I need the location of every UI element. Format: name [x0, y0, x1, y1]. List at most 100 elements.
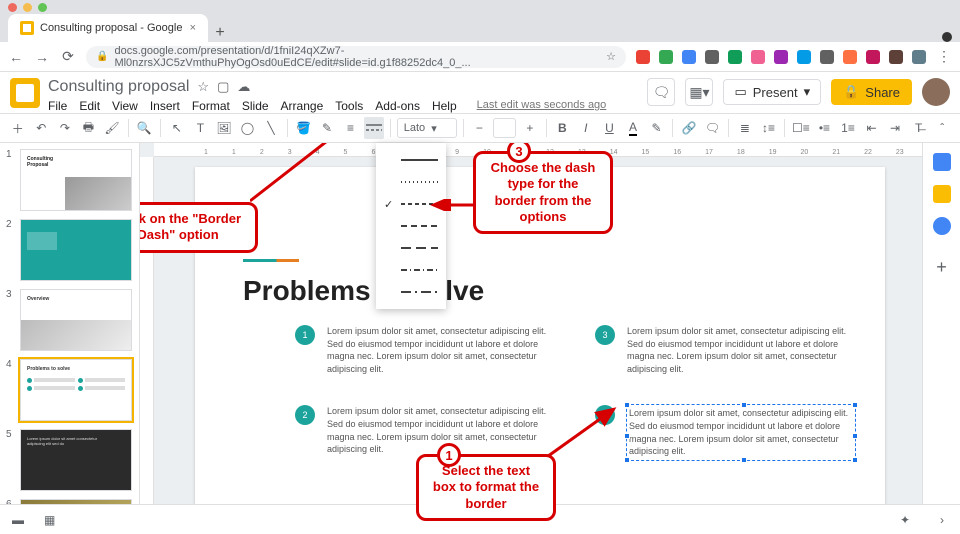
- close-window-icon[interactable]: [8, 3, 17, 12]
- tasks-addon-icon[interactable]: [933, 217, 951, 235]
- reload-button[interactable]: ⟳: [60, 48, 76, 65]
- filmstrip[interactable]: 1ConsultingProposal23Overview4Problems t…: [0, 143, 140, 529]
- insert-comment-button[interactable]: 🗨: [703, 117, 723, 139]
- extension-icon[interactable]: [866, 50, 880, 64]
- content-item-3[interactable]: 3Lorem ipsum dolor sit amet, consectetur…: [595, 325, 855, 375]
- indent-increase-button[interactable]: ⇥: [885, 117, 905, 139]
- extension-icon[interactable]: [705, 50, 719, 64]
- dash-option-dash-dot-long[interactable]: [376, 281, 446, 303]
- text-color-button[interactable]: A: [623, 117, 643, 139]
- slide-thumbnail-4[interactable]: Problems to solve: [20, 359, 132, 421]
- line-tool[interactable]: ╲: [261, 117, 281, 139]
- star-doc-icon[interactable]: ☆: [197, 79, 209, 95]
- move-doc-icon[interactable]: ▢: [217, 79, 229, 95]
- dash-option-solid[interactable]: [376, 149, 446, 171]
- extension-icon[interactable]: [912, 50, 926, 64]
- dash-option-dotted[interactable]: [376, 171, 446, 193]
- clear-formatting-button[interactable]: T̶: [909, 117, 929, 139]
- numbered-list-button[interactable]: 1≡: [838, 117, 858, 139]
- align-button[interactable]: ≣: [735, 117, 755, 139]
- menu-tools[interactable]: Tools: [335, 99, 363, 113]
- zoom-button[interactable]: 🔍: [135, 117, 155, 139]
- item-text[interactable]: Lorem ipsum dolor sit amet, consectetur …: [627, 325, 855, 375]
- extension-icon[interactable]: [728, 50, 742, 64]
- border-weight-button[interactable]: ≡: [341, 117, 361, 139]
- add-addon-button[interactable]: +: [936, 257, 947, 278]
- extension-icon[interactable]: [774, 50, 788, 64]
- image-tool[interactable]: 🖼: [214, 117, 234, 139]
- menu-file[interactable]: File: [48, 99, 67, 113]
- decrease-font-button[interactable]: −: [470, 117, 490, 139]
- indent-decrease-button[interactable]: ⇤: [862, 117, 882, 139]
- forward-button[interactable]: →: [34, 49, 50, 65]
- fill-color-button[interactable]: 🪣: [294, 117, 314, 139]
- italic-button[interactable]: I: [576, 117, 596, 139]
- slide-thumbnail-2[interactable]: [20, 219, 132, 281]
- keep-addon-icon[interactable]: [933, 185, 951, 203]
- menu-add-ons[interactable]: Add-ons: [375, 99, 420, 113]
- new-slide-button[interactable]: ＋: [8, 117, 28, 139]
- filmstrip-view-icon[interactable]: ▬: [12, 513, 24, 527]
- menu-edit[interactable]: Edit: [79, 99, 100, 113]
- border-color-button[interactable]: ✎: [317, 117, 337, 139]
- extension-icon[interactable]: [820, 50, 834, 64]
- menu-format[interactable]: Format: [192, 99, 230, 113]
- minimize-window-icon[interactable]: [23, 3, 32, 12]
- slide-thumbnail-1[interactable]: ConsultingProposal: [20, 149, 132, 211]
- cloud-status-icon[interactable]: ☁: [237, 79, 250, 95]
- address-bar[interactable]: 🔒 docs.google.com/presentation/d/1fniI24…: [86, 46, 626, 68]
- highlight-button[interactable]: ✎: [647, 117, 667, 139]
- menu-slide[interactable]: Slide: [242, 99, 269, 113]
- dash-option-dash[interactable]: [376, 215, 446, 237]
- last-edit-text[interactable]: Last edit was seconds ago: [477, 99, 607, 113]
- doc-title[interactable]: Consulting proposal: [48, 78, 189, 96]
- checklist-button[interactable]: ☐≡: [791, 117, 811, 139]
- maximize-window-icon[interactable]: [38, 3, 47, 12]
- extension-icon[interactable]: [659, 50, 673, 64]
- item-text[interactable]: Lorem ipsum dolor sit amet, consectetur …: [627, 405, 855, 459]
- border-dash-button[interactable]: [364, 117, 384, 139]
- collapse-toolbar-button[interactable]: ˆ: [932, 117, 952, 139]
- dash-option-dash-short[interactable]: ✓: [376, 193, 446, 215]
- redo-button[interactable]: ↷: [55, 117, 75, 139]
- menu-insert[interactable]: Insert: [150, 99, 180, 113]
- slide-thumbnail-3[interactable]: Overview: [20, 289, 132, 351]
- hide-sidepanel-icon[interactable]: ›: [940, 513, 944, 527]
- shape-tool[interactable]: ◯: [238, 117, 258, 139]
- dash-option-dash-dot[interactable]: [376, 259, 446, 281]
- font-family-select[interactable]: Lato ▾: [397, 118, 457, 138]
- comments-button[interactable]: 🗨: [647, 78, 675, 106]
- slide-thumbnail-5[interactable]: Lorem ipsum dolor sit amet consecteturad…: [20, 429, 132, 491]
- calendar-addon-icon[interactable]: [933, 153, 951, 171]
- grid-view-icon[interactable]: ▦: [44, 513, 55, 527]
- font-size-field[interactable]: [493, 118, 516, 138]
- slide-title[interactable]: Problems to solve: [243, 275, 484, 307]
- select-tool[interactable]: ↖: [167, 117, 187, 139]
- increase-font-button[interactable]: +: [520, 117, 540, 139]
- browser-tab[interactable]: Consulting proposal - Google ×: [8, 14, 208, 42]
- dash-option-dash-long[interactable]: [376, 237, 446, 259]
- line-spacing-button[interactable]: ↕≡: [759, 117, 779, 139]
- content-item-2[interactable]: 2Lorem ipsum dolor sit amet, consectetur…: [295, 405, 555, 459]
- canvas-area[interactable]: 1123456789101112131415161718192021222324…: [140, 143, 922, 529]
- bulleted-list-button[interactable]: •≡: [815, 117, 835, 139]
- content-item-1[interactable]: 1Lorem ipsum dolor sit amet, consectetur…: [295, 325, 555, 375]
- close-tab-icon[interactable]: ×: [190, 22, 196, 34]
- account-indicator-icon[interactable]: [942, 32, 952, 42]
- extension-icon[interactable]: [636, 50, 650, 64]
- undo-button[interactable]: ↶: [32, 117, 52, 139]
- textbox-tool[interactable]: T: [191, 117, 211, 139]
- menu-help[interactable]: Help: [432, 99, 457, 113]
- print-button[interactable]: 🖶: [79, 117, 99, 139]
- extension-icon[interactable]: [751, 50, 765, 64]
- menu-view[interactable]: View: [112, 99, 138, 113]
- extension-icon[interactable]: [797, 50, 811, 64]
- account-avatar[interactable]: [922, 78, 950, 106]
- item-text[interactable]: Lorem ipsum dolor sit amet, consectetur …: [327, 325, 555, 375]
- new-tab-button[interactable]: +: [208, 24, 232, 42]
- extension-icon[interactable]: [682, 50, 696, 64]
- content-item-4[interactable]: 4Lorem ipsum dolor sit amet, consectetur…: [595, 405, 855, 459]
- back-button[interactable]: ←: [8, 49, 24, 65]
- present-button[interactable]: ▭ Present ▾: [723, 79, 821, 105]
- browser-menu-icon[interactable]: ⋮: [936, 48, 952, 65]
